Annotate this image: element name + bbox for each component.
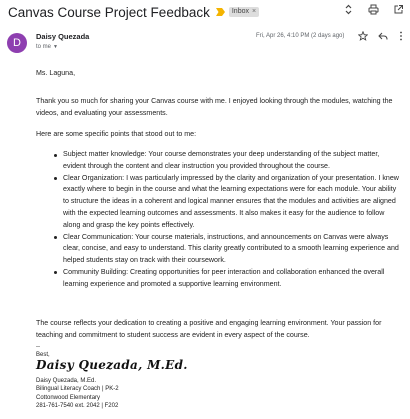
feedback-points-list: Subject matter knowledge: Your course de… (54, 149, 402, 291)
signature-separator: -- (36, 344, 40, 350)
reply-icon[interactable] (378, 31, 388, 41)
chevrons-up-down-icon[interactable] (343, 4, 354, 15)
signature-line: 281-761-7540 ext. 2042 | F202 (36, 403, 119, 410)
important-marker-icon[interactable] (215, 8, 225, 16)
print-icon[interactable] (368, 4, 379, 15)
caret-down-icon: ▼ (53, 44, 58, 50)
sender-avatar[interactable]: D (7, 33, 27, 53)
message-actions (358, 31, 404, 41)
signature-line: Cottonwood Elementary (36, 394, 101, 401)
signature-line: Daisy Quezada, M.Ed. (36, 378, 97, 384)
sender-name[interactable]: Daisy Quezada (36, 32, 89, 41)
open-in-new-icon[interactable] (393, 4, 404, 15)
body-paragraph-closing: The course reflects your dedication to c… (36, 319, 382, 339)
list-item: Clear Organization: I was particularly i… (54, 173, 402, 232)
body-paragraph-intro: Thank you so much for sharing your Canva… (36, 97, 393, 117)
list-item: Clear Communication: Your course materia… (54, 232, 402, 267)
star-icon[interactable] (358, 31, 368, 41)
top-toolbar (343, 0, 404, 18)
signature-line: Bilingual Literacy Coach | PK-2 (36, 386, 119, 393)
recipients-text: to me (36, 44, 52, 50)
recipients-toggle[interactable]: to me ▼ (36, 44, 58, 50)
email-date: Fri, Apr 26, 4:10 PM (2 days ago) (256, 33, 345, 39)
avatar-letter: D (13, 37, 21, 49)
email-subject: Canvas Course Project Feedback (8, 4, 210, 20)
remove-label-icon[interactable]: × (252, 7, 256, 17)
more-vert-icon[interactable] (398, 31, 404, 41)
signature-block: Daisy Quezada, M.Ed. Bilingual Literacy … (36, 377, 119, 411)
greeting: Ms. Laguna, (36, 69, 76, 77)
inbox-label-text: Inbox (231, 8, 249, 15)
body-paragraph-points-lead: Here are some specific points that stood… (36, 130, 197, 139)
list-item: Subject matter knowledge: Your course de… (54, 149, 402, 173)
signature-script: Daisy Quezada, M.Ed. (36, 358, 188, 372)
inbox-label-badge[interactable]: Inbox × (228, 7, 260, 17)
list-item: Community Building: Creating opportuniti… (54, 267, 402, 291)
